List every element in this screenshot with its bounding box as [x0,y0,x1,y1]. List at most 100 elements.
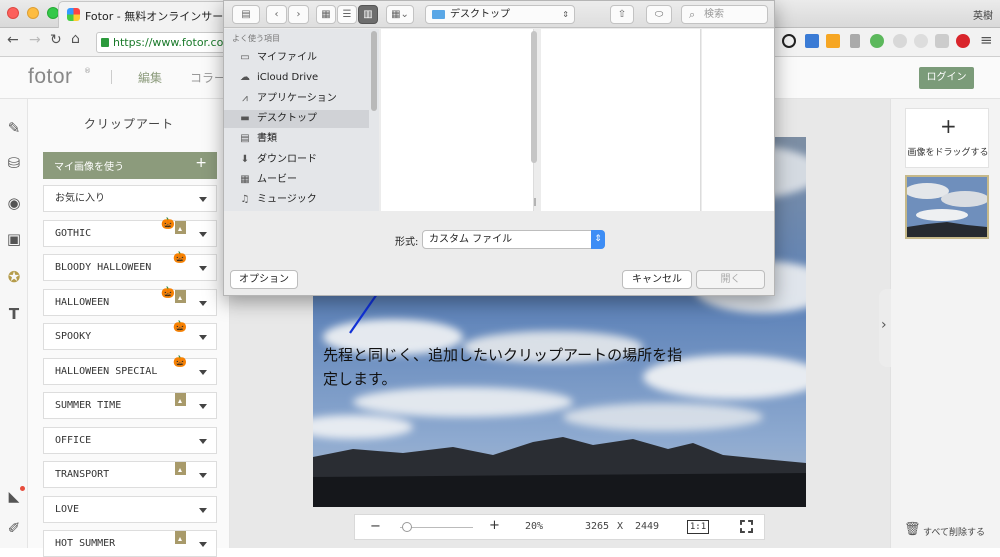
sidebar-scrollbar[interactable] [371,31,377,111]
sidebar-item[interactable]: ☁ iCloud Drive [238,69,318,87]
sidebar-item[interactable]: ⩘ アプリケーション [238,90,337,108]
zoom-out-button[interactable]: − [370,519,381,534]
gray-extension-icon[interactable] [893,34,907,48]
bookmark-tag-icon [175,393,186,406]
icon-view-icon[interactable]: ▦ [316,5,336,24]
fotor-logo[interactable]: fotor [28,65,73,89]
clipart-category-item[interactable]: SUMMER TIME [43,392,217,419]
browser-user-label[interactable]: 英樹 [973,7,993,22]
sidebar-item[interactable]: ▦ ムービー [238,171,297,189]
sidebar-item[interactable]: ▭ マイファイル [238,49,317,67]
category-label: LOVE [55,503,80,515]
forward-icon[interactable]: → [29,32,41,48]
sidebar-item[interactable]: ▬ デスクトップ [238,110,317,128]
sidebar-item-label: ダウンロード [257,153,317,165]
compass-extension-icon[interactable] [782,34,796,48]
downloads-icon: ⬇ [240,153,250,165]
open-button[interactable]: 開く [696,270,765,289]
column-view-icon[interactable]: ▥ [358,5,378,24]
nav-edit[interactable]: 編集 [138,69,162,86]
cancel-button[interactable]: キャンセル [622,270,692,289]
notification-dot [20,486,25,491]
green-extension-icon[interactable] [870,34,884,48]
browser-tab[interactable]: Fotor - 無料オンラインサービス [58,1,245,28]
zoom-in-button[interactable]: + [489,518,500,533]
my-images-button[interactable]: マイ画像を使う + [43,152,217,179]
home-icon[interactable]: ⌂ [71,31,80,47]
paint-bucket-icon[interactable]: ⛁ [5,154,23,172]
dropdown-arrow-icon [199,231,207,237]
clipart-category-item[interactable]: TRANSPORT [43,461,217,488]
frame-icon[interactable]: ▣ [5,230,23,248]
download-extension-icon[interactable] [935,34,949,48]
format-select[interactable]: カスタム ファイル ⇕ [422,230,605,249]
add-image-dropzone[interactable]: + 画像をドラッグする [905,108,989,168]
minimize-window-button[interactable] [27,7,39,19]
sidebar-item[interactable]: ▤ 書類 [238,130,277,148]
sidebar-item[interactable]: ⬇ ダウンロード [238,151,317,169]
share-icon[interactable]: ⇧ [610,5,634,24]
text-icon[interactable]: T [5,305,23,323]
close-window-button[interactable] [7,7,19,19]
list-view-icon[interactable]: ☰ [337,5,357,24]
forward-nav-icon[interactable]: › [288,5,309,24]
actual-size-button[interactable]: 1:1 [687,520,709,534]
sidebar-toggle-icon[interactable]: ▤ [232,5,260,24]
clipart-category-item[interactable]: BLOODY HALLOWEEN 🎃 [43,252,217,281]
pumpkin-icon: 🎃 [173,354,187,368]
translate-extension-icon[interactable] [826,34,840,48]
arrange-icon[interactable]: ▦⌄ [386,5,414,24]
image-thumbnail[interactable] [905,175,989,239]
edit-note-icon[interactable]: ✐ [5,519,23,537]
options-button[interactable]: オプション [230,270,298,289]
clipart-category-item[interactable]: お気に入り [43,185,217,212]
category-label: TRANSPORT [55,469,110,480]
security-extension-icon[interactable] [956,34,970,48]
address-field[interactable]: https://www.fotor.com [96,32,234,53]
column-resize-handle[interactable]: ‖ [533,197,537,206]
collapse-tab[interactable]: › [879,289,891,367]
dropdown-arrow-icon [199,473,207,478]
clipart-category-item[interactable]: LOVE [43,495,217,523]
nav-collage[interactable]: コラー [190,69,226,86]
clipart-category-item[interactable]: GOTHIC 🎃 [43,217,217,247]
clipart-category-item[interactable]: HALLOWEEN SPECIAL 🎃 [43,354,217,385]
format-label: 形式: [395,237,419,248]
applications-icon: ⩘ [242,92,248,104]
clipart-category-item[interactable]: HALLOWEEN 🎃 [43,286,217,316]
header-divider [111,70,112,84]
location-popup[interactable]: デスクトップ ⇕ [425,5,575,24]
menu-icon[interactable]: ≡ [980,31,993,49]
pencil-icon[interactable]: ✎ [5,119,23,137]
zoom-slider-handle[interactable] [402,522,413,532]
back-icon[interactable]: ← [7,32,19,48]
category-label: SUMMER TIME [55,400,122,411]
file-column-2[interactable] [541,29,701,211]
fullscreen-icon[interactable] [740,520,753,533]
annotation-text: 先程と同じく、追加したいクリップアートの場所を指 定します。 [323,343,682,391]
note-extension-icon[interactable] [850,34,860,48]
clipart-category-item[interactable]: HOT SUMMER [43,530,217,557]
clipart-category-item[interactable]: OFFICE [43,426,217,454]
login-button[interactable]: ログイン [919,67,974,89]
plus-icon: + [195,155,207,171]
column-scrollbar[interactable] [531,31,537,163]
sticker-star-icon[interactable]: ✪ [5,268,23,286]
reload-icon[interactable]: ↻ [50,32,62,48]
delete-all-button[interactable]: すべて削除する [923,525,985,538]
bookmark-tag-icon [175,531,186,544]
clipart-category-item[interactable]: SPOOKY 🎃 [43,321,217,350]
bookmark-tag-icon [175,289,186,303]
file-column-3[interactable] [702,29,774,211]
trash-icon[interactable]: 🗑 [904,522,921,537]
hand-extension-icon[interactable] [914,34,928,48]
file-column-1[interactable]: ‖ [381,29,537,211]
music-icon: ♫ [240,194,250,206]
back-nav-icon[interactable]: ‹ [266,5,287,24]
eye-icon[interactable]: ◉ [5,194,23,212]
my-images-label: マイ画像を使う [54,162,124,173]
s-extension-icon[interactable] [805,34,819,48]
tag-icon[interactable]: ⬭ [646,5,672,24]
sidebar-item[interactable]: ♫ ミュージック [238,191,317,209]
search-field[interactable]: ⌕ 検索 [681,5,768,24]
